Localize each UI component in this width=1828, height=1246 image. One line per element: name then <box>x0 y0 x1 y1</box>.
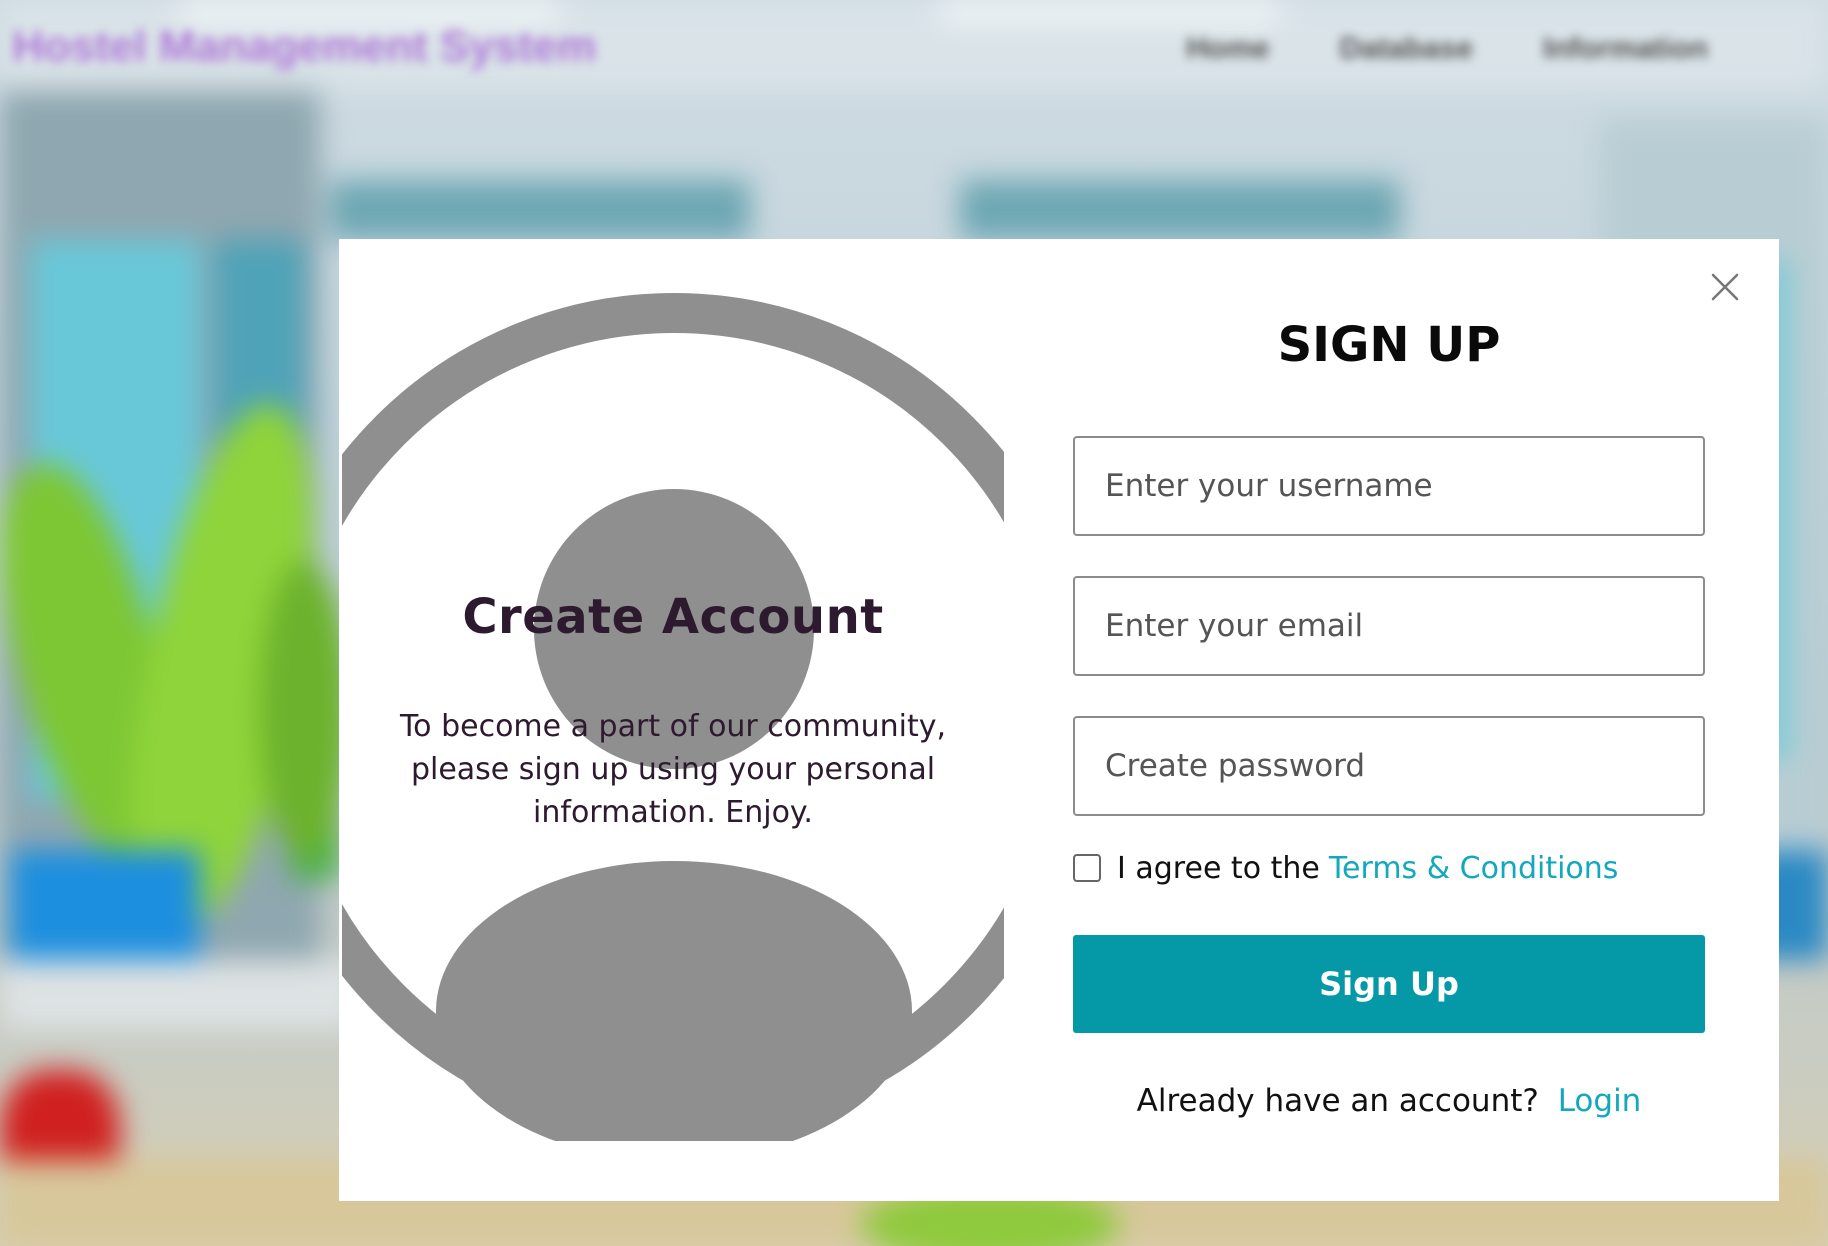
signup-modal: Create Account To become a part of our c… <box>339 239 1779 1201</box>
terms-agreement: I agree to the Terms & Conditions <box>1073 843 1618 893</box>
brand-title[interactable]: Hostel Management System <box>12 22 596 72</box>
create-account-title: Create Account <box>462 589 884 645</box>
welcome-panel: Create Account To become a part of our c… <box>342 289 1004 1141</box>
navbar: Hostel Management System Home Database I… <box>0 0 1828 110</box>
terms-link[interactable]: Terms & Conditions <box>1329 851 1619 886</box>
signup-form: SIGN UP I agree to the Terms & Condition… <box>1073 239 1705 1201</box>
login-link[interactable]: Login <box>1558 1083 1642 1119</box>
signup-button[interactable]: Sign Up <box>1073 935 1705 1033</box>
username-input[interactable] <box>1073 436 1705 536</box>
email-input[interactable] <box>1073 576 1705 676</box>
welcome-text: Create Account To become a part of our c… <box>342 589 1004 834</box>
nav-link-home[interactable]: Home <box>1186 32 1269 66</box>
login-prompt: Already have an account? Login <box>1073 1083 1705 1119</box>
close-button[interactable] <box>1705 267 1745 307</box>
close-icon <box>1711 273 1739 301</box>
login-prompt-text: Already have an account? <box>1136 1083 1539 1119</box>
nav-link-information[interactable]: Information <box>1543 32 1708 66</box>
nav-links: Home Database Information <box>1186 32 1708 66</box>
nav-link-database[interactable]: Database <box>1340 32 1473 66</box>
signup-title: SIGN UP <box>1277 317 1501 373</box>
page: Hostel Management System Home Database I… <box>0 0 1828 1246</box>
create-account-description: To become a part of our community, pleas… <box>399 709 947 830</box>
terms-checkbox[interactable] <box>1073 854 1101 882</box>
agree-label: I agree to the <box>1117 850 1320 886</box>
password-input[interactable] <box>1073 716 1705 816</box>
